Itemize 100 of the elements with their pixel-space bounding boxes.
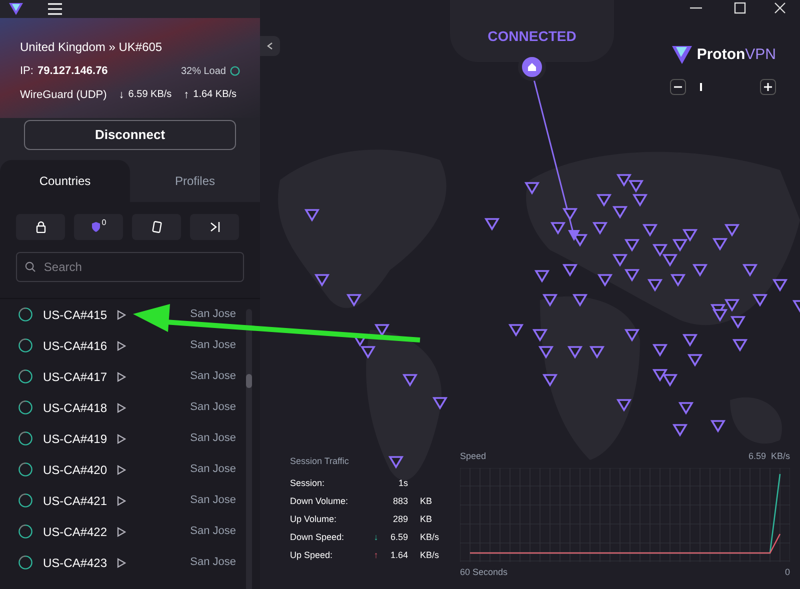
stat-unit: KB/s xyxy=(420,549,440,562)
stat-value: 289 xyxy=(392,513,408,526)
search-input[interactable]: Search xyxy=(44,258,235,276)
ip-address: 79.127.146.76 xyxy=(37,64,108,79)
chart-max-value: 6.59 KB/s xyxy=(748,450,790,463)
connect-play-icon[interactable] xyxy=(117,526,126,536)
disconnect-button[interactable]: Disconnect xyxy=(24,120,236,150)
server-city: San Jose xyxy=(190,400,236,416)
server-name: US-CA#421 xyxy=(43,492,108,510)
server-city: San Jose xyxy=(190,369,236,384)
lock-icon xyxy=(36,221,46,233)
protocol: WireGuard (UDP) xyxy=(20,88,107,102)
shield-icon xyxy=(90,221,101,233)
server-row[interactable]: US-CA#418 San Jose xyxy=(0,392,260,423)
stat-unit: KB xyxy=(420,513,432,526)
ip-label: IP: xyxy=(20,64,34,79)
download-speed: 6.59 KB/s xyxy=(128,88,172,102)
connect-play-icon[interactable] xyxy=(117,310,126,320)
download-arrow-icon: ↓ xyxy=(118,86,124,103)
server-city: San Jose xyxy=(190,307,236,322)
load-ring-icon xyxy=(18,307,33,322)
upload-speed: 1.64 KB/s xyxy=(193,88,237,102)
connect-play-icon[interactable] xyxy=(117,434,126,444)
panel-tab[interactable]: Countries xyxy=(0,160,130,202)
stat-value: 6.59 xyxy=(389,531,408,544)
connect-play-icon[interactable] xyxy=(117,340,126,350)
stat-unit: KB/s xyxy=(420,531,440,544)
server-name: US-CA#417 xyxy=(43,368,108,386)
stat-label: Down Volume: xyxy=(290,495,350,508)
stat-value: 883 xyxy=(392,495,408,508)
server-row[interactable]: US-CA#415 San Jose xyxy=(0,299,260,330)
upload-arrow-icon: ↑ xyxy=(184,86,190,103)
shield-filter-button[interactable]: 0 xyxy=(74,214,123,240)
load-ring-icon xyxy=(18,338,33,353)
connection-status: CONNECTED xyxy=(488,27,576,46)
server-load: 32% Load xyxy=(180,64,226,79)
server-row[interactable]: US-CA#419 San Jose xyxy=(0,423,260,454)
server-name: US-CA#416 xyxy=(43,338,108,354)
stat-value: 1s xyxy=(397,477,408,490)
session-traffic-title: Session Traffic xyxy=(290,455,350,468)
stat-label: Down Speed: xyxy=(290,531,346,544)
stat-unit: KB xyxy=(420,495,432,508)
connect-play-icon[interactable] xyxy=(117,558,126,568)
zoom-out-button[interactable] xyxy=(670,78,686,94)
streaming-filter-button[interactable] xyxy=(132,214,181,240)
logo-icon xyxy=(8,2,24,16)
load-ring-icon xyxy=(18,462,33,477)
search-field[interactable]: Search xyxy=(16,252,244,282)
zoom-in-button[interactable] xyxy=(760,78,776,94)
load-ring-icon xyxy=(18,555,33,570)
stat-value: 1.64 xyxy=(389,549,408,562)
server-name: US-CA#415 xyxy=(43,306,108,324)
server-row[interactable]: US-CA#420 San Jose xyxy=(0,454,260,485)
chevron-left-icon xyxy=(267,42,273,50)
load-ring-icon xyxy=(18,369,33,384)
server-name: US-CA#422 xyxy=(43,524,108,540)
connect-play-icon[interactable] xyxy=(117,372,126,382)
server-name: US-CA#420 xyxy=(43,462,108,478)
arrow-to-bar-icon xyxy=(208,221,220,233)
server-city: San Jose xyxy=(190,493,236,508)
load-ring-icon xyxy=(230,66,240,76)
server-city: San Jose xyxy=(190,338,236,354)
server-name: US-CA#419 xyxy=(43,430,108,448)
logo-wordmark: ProtonVPN xyxy=(696,45,776,65)
server-name: US-CA#418 xyxy=(43,400,108,416)
collapse-button[interactable] xyxy=(190,214,239,240)
chart-x-start: 60 Seconds xyxy=(460,566,508,578)
zoom-slider-thumb[interactable] xyxy=(700,82,702,90)
secure-core-button[interactable] xyxy=(16,214,65,240)
plus-icon xyxy=(764,82,772,90)
stat-label: Up Volume: xyxy=(290,513,338,526)
load-ring-icon xyxy=(18,493,33,508)
connect-play-icon[interactable] xyxy=(117,496,126,506)
load-ring-icon xyxy=(18,524,33,539)
scrollbar[interactable] xyxy=(246,309,252,589)
server-row[interactable]: US-CA#417 San Jose xyxy=(0,361,260,392)
server-name: US-CA#423 xyxy=(43,554,108,572)
panel-tab[interactable]: Profiles xyxy=(130,160,260,202)
stat-label: Up Speed: xyxy=(290,549,334,562)
filter-count: 0 xyxy=(102,217,106,229)
search-icon xyxy=(25,261,36,273)
server-row[interactable]: US-CA#422 San Jose xyxy=(0,516,260,547)
load-ring-icon xyxy=(18,431,33,446)
server-city: San Jose xyxy=(190,524,236,540)
connect-play-icon[interactable] xyxy=(117,402,126,412)
server-row[interactable]: US-CA#416 San Jose xyxy=(0,330,260,361)
server-location: United Kingdom » UK#605 xyxy=(20,39,164,56)
card-icon xyxy=(152,221,162,233)
chart-x-end: 0 xyxy=(784,566,790,578)
server-row[interactable]: US-CA#421 San Jose xyxy=(0,485,260,516)
chart-title: Speed xyxy=(460,450,486,463)
collapse-sidebar-button[interactable] xyxy=(260,36,280,56)
menu-icon[interactable] xyxy=(48,3,62,15)
server-row[interactable]: US-CA#423 San Jose xyxy=(0,547,260,578)
server-city: San Jose xyxy=(190,555,236,570)
connect-play-icon[interactable] xyxy=(117,464,126,474)
load-ring-icon xyxy=(18,400,33,415)
down-arrow-icon: ↓ xyxy=(374,531,378,545)
server-city: San Jose xyxy=(190,431,236,446)
stat-label: Session: xyxy=(290,477,326,490)
